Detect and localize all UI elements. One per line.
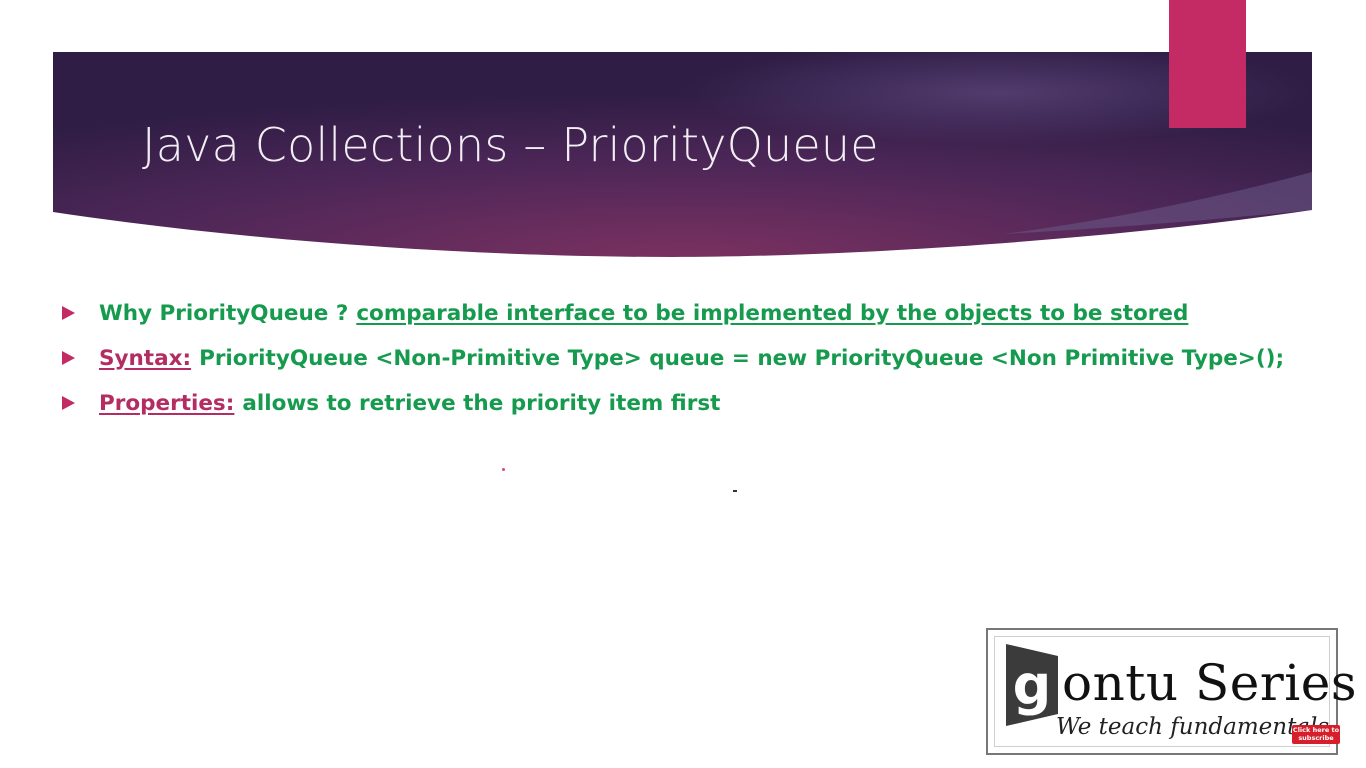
subscribe-line-2: subscribe: [1298, 734, 1334, 742]
slide-title: Java Collections – PriorityQueue: [142, 118, 879, 172]
subscribe-button[interactable]: Click here to subscribe: [1292, 725, 1340, 744]
stray-mark: [733, 490, 737, 492]
bullet-text: PriorityQueue <Non-Primitive Type> queue…: [199, 345, 1285, 371]
gontu-series-logo: g ontu Series We teach fundamentals: [986, 628, 1356, 755]
bullet-lead: Properties:: [99, 390, 235, 416]
triangle-right-icon: [62, 351, 75, 365]
bullet-properties: Properties: allows to retrieve the prior…: [62, 388, 720, 418]
bullet-lead: Syntax:: [99, 345, 192, 371]
bullet-why-priorityqueue: Why PriorityQueue ? comparable interface…: [62, 298, 1188, 328]
bullet-text: comparable interface to be implemented b…: [356, 300, 1189, 326]
stray-mark: [502, 468, 505, 471]
triangle-right-icon: [62, 396, 75, 410]
subscribe-line-1: Click here to: [1292, 726, 1340, 734]
bullet-lead: Why PriorityQueue ?: [99, 300, 349, 326]
bullet-text: allows to retrieve the priority item fir…: [242, 390, 721, 416]
accent-tab: [1169, 0, 1246, 128]
logo-wordmark: ontu Series: [1062, 654, 1357, 712]
bullet-syntax: Syntax: PriorityQueue <Non-Primitive Typ…: [62, 343, 1284, 373]
svg-text:g: g: [1013, 654, 1052, 717]
triangle-right-icon: [62, 306, 75, 320]
logo-tagline: We teach fundamentals: [1056, 714, 1330, 740]
logo-g-icon: g: [1006, 644, 1058, 726]
